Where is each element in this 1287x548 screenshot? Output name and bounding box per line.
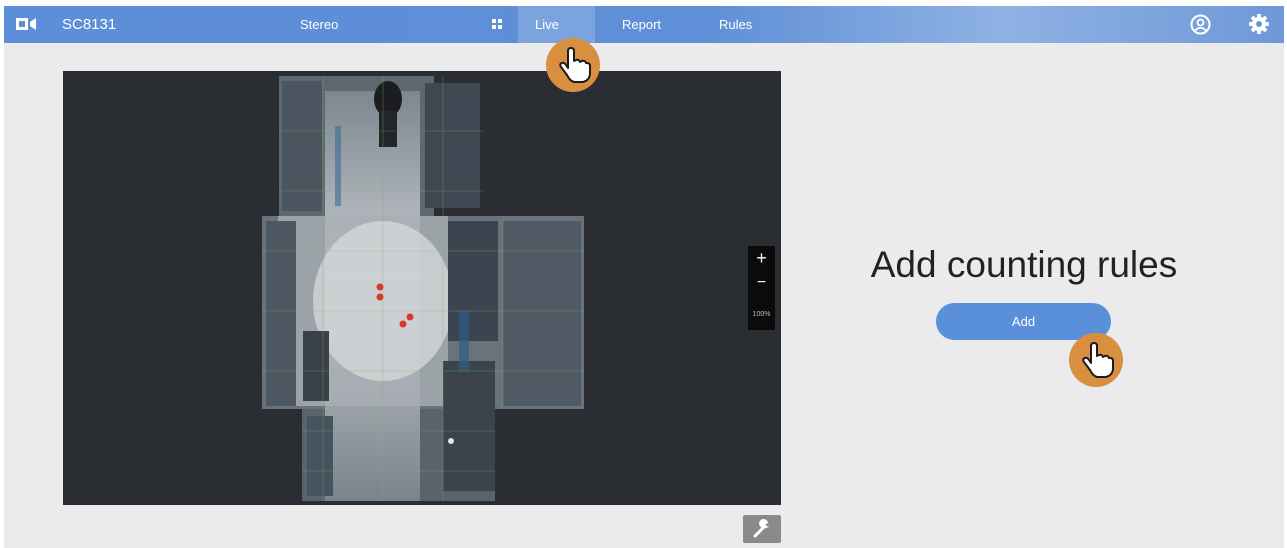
logo-icon — [16, 18, 36, 30]
page-heading: Add counting rules — [870, 244, 1178, 285]
zoom-in-button[interactable]: + — [748, 248, 775, 269]
tab-live[interactable]: Live — [535, 17, 559, 32]
hand-pointer-icon — [1069, 333, 1123, 387]
settings-tool-button[interactable] — [743, 515, 781, 543]
tab-report[interactable]: Report — [622, 17, 661, 32]
user-icon[interactable] — [1190, 14, 1211, 35]
grid-icon[interactable] — [492, 19, 502, 29]
app-window: SC8131 Stereo Live Report Rules + − 100%… — [4, 6, 1284, 548]
live-video-view[interactable]: + − 100% — [63, 71, 781, 505]
device-name: SC8131 — [62, 16, 117, 33]
tab-rules[interactable]: Rules — [719, 17, 752, 32]
zoom-control: + − 100% — [748, 246, 775, 330]
wrench-icon — [753, 519, 769, 538]
tab-stereo[interactable]: Stereo — [300, 17, 338, 32]
zoom-level: 100% — [752, 311, 771, 318]
zoom-out-button[interactable]: − — [748, 274, 775, 292]
hand-pointer-icon — [546, 38, 600, 92]
gear-icon[interactable] — [1248, 13, 1270, 35]
top-navigation-bar: SC8131 Stereo Live Report Rules — [4, 6, 1284, 43]
camera-overhead-image — [262, 76, 584, 501]
